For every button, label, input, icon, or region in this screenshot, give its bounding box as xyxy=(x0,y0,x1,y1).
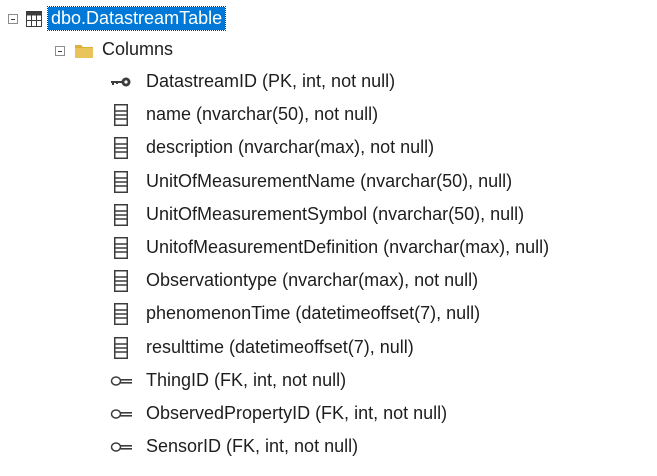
column-label: UnitOfMeasurementName (nvarchar(50), nul… xyxy=(146,170,513,191)
tree-node-column[interactable]: resulttime (datetimeoffset(7), null) xyxy=(0,332,657,363)
collapse-icon[interactable] xyxy=(55,46,65,56)
collapse-icon[interactable] xyxy=(8,14,18,24)
tree-node-column[interactable]: ThingID (FK, int, not null) xyxy=(0,365,657,396)
column-label: ThingID (FK, int, not null) xyxy=(146,369,347,390)
tree-node-column[interactable]: phenomenonTime (datetimeoffset(7), null) xyxy=(0,298,657,329)
column-label: ObservedPropertyID (FK, int, not null) xyxy=(146,403,448,423)
column-label: SensorID (FK, int, not null) xyxy=(146,436,359,457)
tree-node-column[interactable]: DatastreamID (PK, int, not null) xyxy=(0,66,657,97)
column-label: name (nvarchar(50), not null) xyxy=(146,104,379,125)
column-label: DatastreamID (PK, int, not null) xyxy=(146,71,396,91)
tree-node-column[interactable]: Observationtype (nvarchar(max), not null… xyxy=(0,265,657,296)
folder-label: Columns xyxy=(102,39,174,59)
table-name-label[interactable]: dbo.DatastreamTable xyxy=(46,6,227,31)
column-label: Observationtype (nvarchar(max), not null… xyxy=(146,270,479,291)
tree-node-column[interactable]: UnitOfMeasurementName (nvarchar(50), nul… xyxy=(0,166,657,197)
tree-node-columns-folder[interactable]: Columns xyxy=(0,35,657,66)
tree-node-column[interactable]: UnitofMeasurementDefinition (nvarchar(ma… xyxy=(0,232,657,263)
tree-node-column[interactable]: ObservedPropertyID (FK, int, not null) xyxy=(0,398,657,429)
column-label: UnitofMeasurementDefinition (nvarchar(ma… xyxy=(146,237,550,257)
tree-node-column[interactable]: UnitOfMeasurementSymbol (nvarchar(50), n… xyxy=(0,199,657,230)
tree-node-column[interactable]: SensorID (FK, int, not null) xyxy=(0,431,657,462)
tree-node-column[interactable]: name (nvarchar(50), not null) xyxy=(0,99,657,130)
column-label: description (nvarchar(max), not null) xyxy=(146,137,435,158)
folder-icon xyxy=(75,45,93,58)
tree-node-table[interactable]: dbo.DatastreamTable xyxy=(0,4,657,35)
tree-node-column[interactable]: description (nvarchar(max), not null) xyxy=(0,132,657,163)
table-icon xyxy=(26,11,42,27)
column-label: resulttime (datetimeoffset(7), null) xyxy=(146,336,414,357)
column-label: UnitOfMeasurementSymbol (nvarchar(50), n… xyxy=(146,203,525,224)
column-label: phenomenonTime (datetimeoffset(7), null) xyxy=(146,303,481,324)
